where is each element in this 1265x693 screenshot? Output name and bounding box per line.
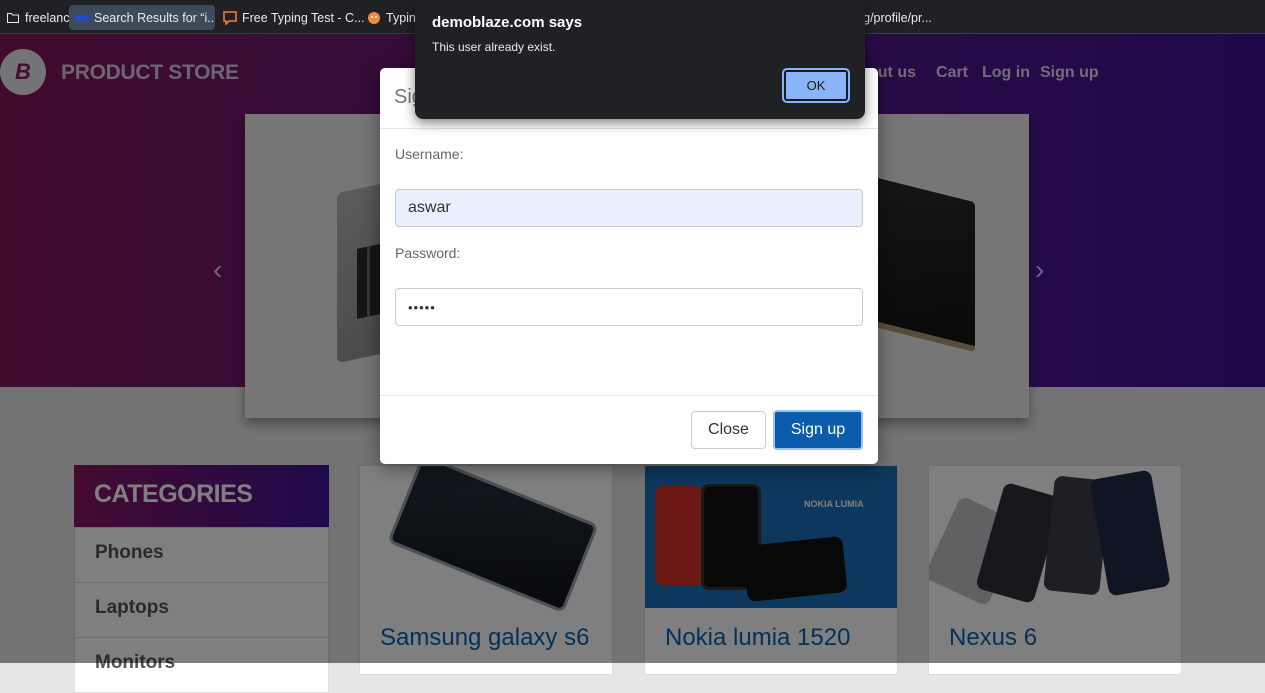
username-label: Username: [395, 146, 464, 162]
bookmark-label: freelance [25, 10, 70, 25]
bookmark-label: Free Typing Test - C... [242, 10, 365, 25]
alert-message: This user already exist. [432, 40, 556, 54]
divider [380, 395, 878, 396]
password-label: Password: [395, 245, 461, 261]
bookmark-typing[interactable]: Typin [361, 5, 421, 30]
sign-up-button[interactable]: Sign up [773, 410, 863, 450]
bookmark-free-typing-test[interactable]: Free Typing Test - C... [217, 5, 365, 30]
username-field[interactable]: aswar [395, 189, 863, 227]
bookmark-search-results[interactable]: Search Results for “i... [69, 5, 215, 30]
bookmark-label: Typin [386, 10, 416, 25]
close-button[interactable]: Close [691, 411, 766, 449]
ok-button[interactable]: OK [782, 68, 850, 103]
chat-favicon-icon [223, 10, 237, 25]
password-field[interactable]: ••••• [395, 288, 863, 326]
alert-title: demoblaze.com says [432, 14, 583, 31]
search-favicon-icon [75, 11, 89, 25]
bookmark-label: Search Results for “i... [94, 10, 215, 25]
divider [380, 128, 878, 129]
folder-icon [6, 11, 20, 25]
browser-alert-dialog: demoblaze.com says This user already exi… [415, 0, 865, 119]
typing-favicon-icon [367, 11, 381, 25]
signup-modal: Sig Username: aswar Password: ••••• Clos… [380, 68, 878, 464]
bookmark-freelance[interactable]: freelance [0, 5, 70, 30]
